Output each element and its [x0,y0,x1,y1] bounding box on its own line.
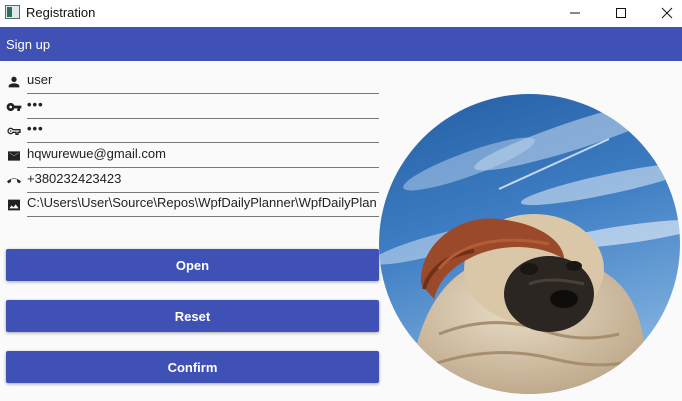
pug-photo [379,94,680,394]
phone-value: +380232423423 [27,171,122,186]
phone-icon [7,178,21,184]
account-icon [8,76,20,88]
username-field[interactable]: user [0,70,380,94]
app-icon [5,5,20,19]
close-button[interactable] [644,0,682,26]
app-bar: Sign up [0,27,682,61]
field-underline [27,142,379,143]
profile-image [379,94,680,394]
minimize-icon [570,12,580,14]
confirm-button[interactable]: Confirm [6,351,379,383]
password-field[interactable]: ••• [0,95,380,119]
close-icon [661,7,673,19]
confirm-password-value: ••• [27,121,44,136]
email-value: hqwurewue@gmail.com [27,146,166,161]
field-underline [27,167,379,168]
email-icon [8,151,20,161]
image-path-value: C:\Users\User\Source\Repos\WpfDailyPlann… [27,195,377,210]
maximize-button[interactable] [598,0,644,26]
image-icon [8,199,20,211]
username-value: user [27,72,53,87]
maximize-icon [616,8,626,18]
field-underline [27,216,379,217]
field-underline [27,93,379,94]
minimize-button[interactable] [552,0,598,26]
reset-button[interactable]: Reset [6,300,379,332]
open-button[interactable]: Open [6,249,379,281]
key-icon [6,103,22,111]
window-titlebar: Registration [0,0,682,26]
email-field[interactable]: hqwurewue@gmail.com [0,144,380,168]
confirm-password-field[interactable]: ••• [0,119,380,143]
page-title: Sign up [6,37,51,52]
phone-field[interactable]: +380232423423 [0,169,380,193]
image-path-field[interactable]: C:\Users\User\Source\Repos\WpfDailyPlann… [0,193,380,217]
window-title: Registration [26,5,96,20]
key-variant-icon [7,127,21,135]
password-value: ••• [27,97,44,112]
